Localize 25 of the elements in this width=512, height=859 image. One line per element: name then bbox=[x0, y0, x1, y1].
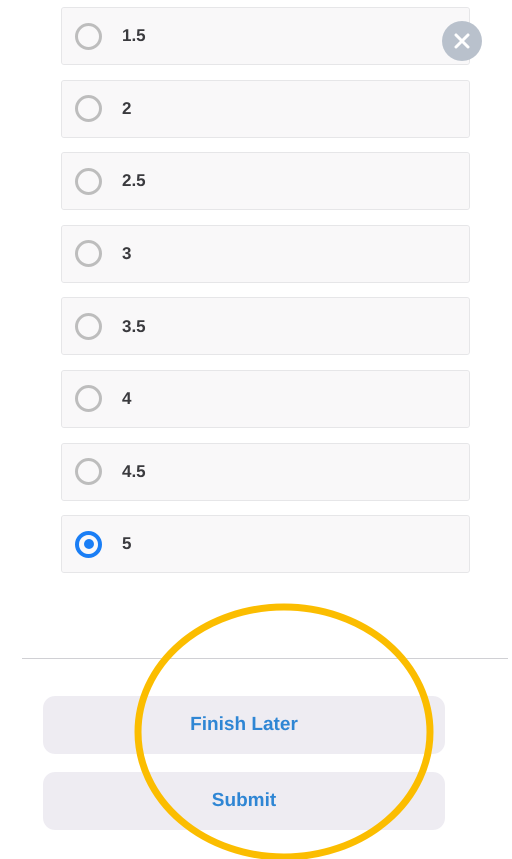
radio-button[interactable] bbox=[75, 530, 102, 558]
answer-option[interactable]: 3 bbox=[61, 224, 470, 283]
radio-button[interactable] bbox=[75, 385, 102, 412]
radio-button[interactable] bbox=[75, 312, 102, 340]
answer-option[interactable]: 4.5 bbox=[61, 442, 470, 501]
radio-button[interactable] bbox=[75, 458, 102, 486]
radio-button[interactable] bbox=[75, 168, 102, 195]
option-label: 2 bbox=[122, 98, 132, 120]
radio-button[interactable] bbox=[75, 240, 102, 268]
answer-option[interactable]: 1.5 bbox=[61, 7, 470, 65]
option-label: 4.5 bbox=[122, 460, 146, 483]
option-label: 4 bbox=[122, 388, 132, 410]
answer-option[interactable]: 5 bbox=[61, 515, 470, 574]
radio-button[interactable] bbox=[75, 22, 102, 50]
answer-option[interactable]: 2 bbox=[61, 80, 470, 138]
radio-button[interactable] bbox=[75, 95, 102, 122]
close-icon bbox=[454, 33, 470, 49]
option-label: 3 bbox=[122, 243, 132, 266]
option-label: 1.5 bbox=[122, 25, 146, 48]
option-label: 3.5 bbox=[122, 316, 146, 338]
option-label: 5 bbox=[122, 533, 132, 556]
answer-option[interactable]: 4 bbox=[61, 370, 470, 428]
answer-option[interactable]: 3.5 bbox=[61, 297, 470, 356]
answer-option[interactable]: 2.5 bbox=[61, 152, 470, 210]
option-label: 2.5 bbox=[122, 170, 146, 192]
